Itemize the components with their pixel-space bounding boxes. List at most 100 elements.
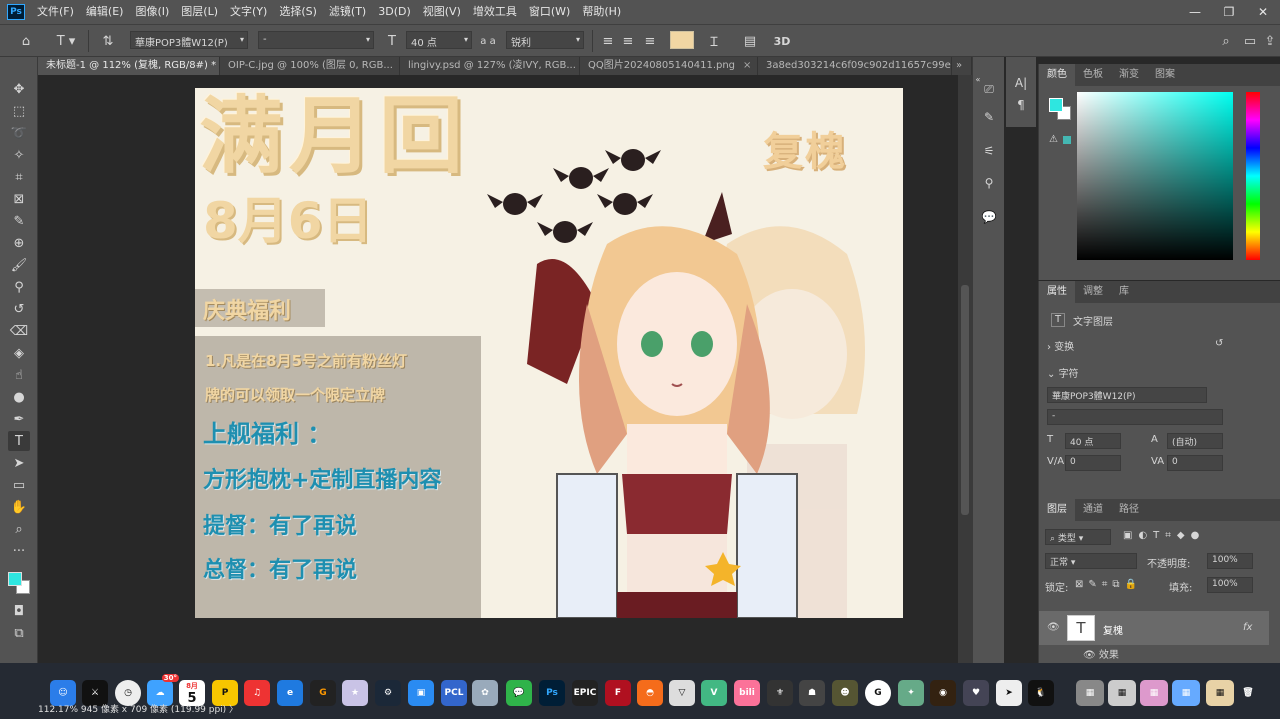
tab-untitled[interactable]: 未标题-1 @ 112% (复槐, RGB/8#) *×: [38, 57, 220, 75]
fg-color-chip[interactable]: [1049, 98, 1063, 112]
layer-filter-icons[interactable]: ▣◐T⌗◆●: [1123, 530, 1205, 541]
font-family-field[interactable]: 華康POP3體W12(P): [1047, 387, 1207, 403]
tab-channels[interactable]: 通道: [1075, 499, 1111, 521]
netease-music-icon[interactable]: ♫: [244, 680, 270, 706]
leading-field[interactable]: (自动): [1167, 433, 1223, 449]
elden-ring-icon[interactable]: ◉: [930, 680, 956, 706]
menu-3d[interactable]: 3D(D): [372, 0, 417, 24]
origin-app-icon[interactable]: ◓: [637, 680, 663, 706]
paint-bucket-icon[interactable]: ◈: [8, 343, 30, 363]
tab-paths[interactable]: 路径: [1111, 499, 1147, 521]
search-icon[interactable]: ⌕: [1216, 31, 1236, 51]
qq-app-icon[interactable]: 🐧: [1028, 680, 1054, 706]
thumbnail-4[interactable]: ▦: [1172, 680, 1200, 706]
stamp-tool-icon[interactable]: ⚲: [8, 277, 30, 297]
text-color-swatch[interactable]: [670, 31, 694, 49]
align-left-icon[interactable]: ≡: [598, 31, 618, 51]
game-3-icon[interactable]: ☻: [832, 680, 858, 706]
tab-lingivy[interactable]: lingivy.psd @ 127% (凌IVY, RGB...×: [400, 57, 580, 75]
hue-slider[interactable]: [1246, 92, 1260, 260]
paragraph-panel-icon[interactable]: ¶: [1011, 95, 1031, 115]
vertical-scrollbar[interactable]: [958, 75, 972, 663]
more-tools-icon[interactable]: ···: [8, 541, 30, 561]
magic-wand-icon[interactable]: ✧: [8, 145, 30, 165]
foreground-color-swatch[interactable]: [8, 572, 22, 586]
visibility-eye-icon[interactable]: 👁: [1047, 622, 1060, 633]
font-size-field[interactable]: 40 点: [1065, 433, 1121, 449]
mod-app-icon[interactable]: ✦: [898, 680, 924, 706]
anime-app-icon[interactable]: ♥: [963, 680, 989, 706]
tab-color[interactable]: 颜色: [1039, 64, 1075, 86]
layer-filter-select[interactable]: ⌕ 类型 ▾: [1045, 529, 1111, 545]
clone-source-icon[interactable]: ⚲: [979, 173, 999, 193]
menu-select[interactable]: 选择(S): [273, 0, 323, 24]
bilibili-app-icon[interactable]: bili: [734, 680, 760, 706]
menu-type[interactable]: 文字(Y): [224, 0, 273, 24]
tabs-overflow-button[interactable]: »: [952, 57, 972, 75]
tab-patterns[interactable]: 图案: [1147, 64, 1183, 86]
3d-button[interactable]: 3D: [772, 31, 792, 51]
reset-icon[interactable]: ↺: [1215, 338, 1223, 349]
menu-filter[interactable]: 滤镜(T): [323, 0, 372, 24]
tab-3a8ed[interactable]: 3a8ed303214c6f09c902d11657c99eb9.j: [758, 57, 952, 75]
remote-desktop-icon[interactable]: ▣: [408, 680, 434, 706]
move-tool-icon[interactable]: ✥: [8, 79, 30, 99]
layer-name[interactable]: 复槐: [1103, 622, 1123, 637]
tab-libraries[interactable]: 库: [1111, 281, 1137, 303]
thumbnail-1[interactable]: ▦: [1076, 680, 1104, 706]
screen-mode-icon[interactable]: ⧉: [8, 623, 30, 643]
marquee-tool-icon[interactable]: ⬚: [8, 101, 30, 121]
minimize-button[interactable]: —: [1178, 0, 1212, 24]
history-brush-icon[interactable]: ↺: [8, 299, 30, 319]
kerning-field[interactable]: 0: [1065, 455, 1121, 471]
tab-properties[interactable]: 属性: [1039, 281, 1075, 303]
share-icon[interactable]: ⇪: [1260, 31, 1280, 51]
history-panel-icon[interactable]: ⎚: [979, 79, 999, 99]
menu-layer[interactable]: 图层(L): [175, 0, 224, 24]
forza-app-icon[interactable]: F: [605, 680, 631, 706]
photoshop-app-icon[interactable]: Ps: [539, 680, 565, 706]
quick-mask-icon[interactable]: ◘: [8, 601, 30, 621]
lasso-tool-icon[interactable]: ➰: [8, 123, 30, 143]
menu-file[interactable]: 文件(F): [31, 0, 80, 24]
healing-brush-icon[interactable]: ⊕: [8, 233, 30, 253]
home-icon[interactable]: ⌂: [16, 31, 36, 51]
wechat-app-icon[interactable]: 💬: [506, 680, 532, 706]
steam-app-icon[interactable]: ⚙: [375, 680, 401, 706]
align-right-icon[interactable]: ≡: [640, 31, 660, 51]
eraser-tool-icon[interactable]: ⌫: [8, 321, 30, 341]
tab-layers[interactable]: 图层: [1039, 499, 1075, 521]
genshin-app-icon[interactable]: ★: [342, 680, 368, 706]
font-style-field[interactable]: -: [1047, 409, 1223, 425]
zoom-tool-icon[interactable]: ⌕: [8, 519, 30, 539]
font-size-select[interactable]: 40 点 ▾: [406, 31, 472, 49]
opacity-field[interactable]: 100%: [1207, 553, 1253, 569]
brush-settings-icon[interactable]: ✎: [979, 107, 999, 127]
fill-field[interactable]: 100%: [1207, 577, 1253, 593]
adjustments-icon[interactable]: ⚟: [979, 141, 999, 161]
tab-gradients[interactable]: 渐变: [1111, 64, 1147, 86]
logitech-ghub-icon[interactable]: G: [865, 680, 891, 706]
edge-browser-icon[interactable]: e: [277, 680, 303, 706]
poster-name-layer[interactable]: 复槐: [763, 132, 847, 172]
close-window-button[interactable]: ✕: [1246, 0, 1280, 24]
game-2-icon[interactable]: ☗: [799, 680, 825, 706]
trash-icon[interactable]: 🗑: [1238, 680, 1258, 706]
thumbnail-2[interactable]: ▦: [1108, 680, 1136, 706]
rainbow-app-icon[interactable]: ▽: [669, 680, 695, 706]
menu-edit[interactable]: 编辑(E): [80, 0, 130, 24]
wuwa-app-icon[interactable]: ✿: [472, 680, 498, 706]
warp-text-icon[interactable]: Ɪ: [704, 31, 724, 51]
brush-tool-icon[interactable]: 🖌: [8, 255, 30, 275]
type-tool-icon[interactable]: T: [8, 431, 30, 451]
character-section[interactable]: ⌄ 字符: [1047, 365, 1079, 380]
text-orientation-icon[interactable]: ⇅: [98, 31, 118, 51]
tab-swatches[interactable]: 色板: [1075, 64, 1111, 86]
menu-view[interactable]: 视图(V): [417, 0, 467, 24]
fx-icon[interactable]: fx: [1243, 622, 1252, 633]
thumbnail-5[interactable]: ▦: [1206, 680, 1234, 706]
font-style-select[interactable]: - ▾: [258, 31, 374, 49]
character-panel-icon[interactable]: ▤: [740, 31, 760, 51]
blend-mode-select[interactable]: 正常 ▾: [1045, 553, 1137, 569]
smudge-tool-icon[interactable]: ☝: [8, 365, 30, 385]
